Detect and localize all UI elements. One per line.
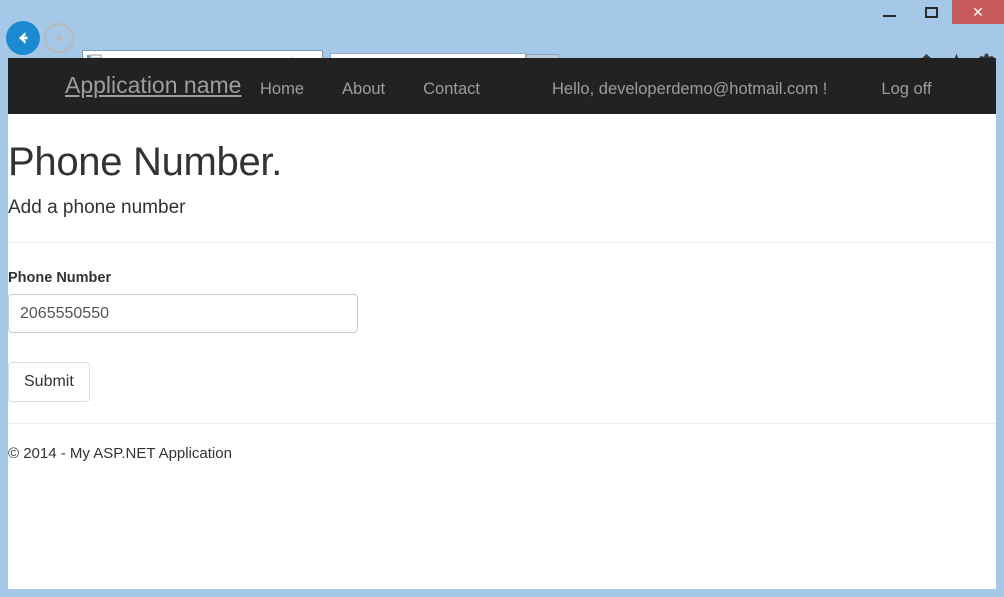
browser-window: ✕ — [0, 0, 1004, 597]
minimize-button[interactable] — [868, 0, 910, 24]
navbar-brand[interactable]: Application name — [65, 72, 241, 99]
nav-link-contact[interactable]: Contact — [423, 80, 480, 99]
browser-toolbar: https://localhost:44306/Acc — [0, 24, 1004, 58]
forward-button[interactable] — [44, 23, 74, 53]
site-footer: © 2014 - My ASP.NET Application — [8, 445, 996, 462]
content-divider-top — [8, 242, 996, 243]
forward-arrow-icon — [50, 29, 68, 47]
log-off-link[interactable]: Log off — [881, 80, 931, 99]
window-controls: ✕ — [868, 0, 1004, 24]
content-divider-bottom — [8, 423, 996, 424]
page-content: Phone Number. Add a phone number Phone N… — [8, 140, 996, 462]
page-viewport: Application name Home About Contact Hell… — [8, 58, 996, 589]
nav-link-about[interactable]: About — [342, 80, 385, 99]
phone-number-input[interactable] — [8, 294, 358, 333]
window-title-bar: ✕ — [0, 0, 1004, 24]
page-title: Phone Number. — [8, 140, 996, 185]
page-subtitle: Add a phone number — [8, 197, 996, 219]
navbar-links: Home About Contact — [260, 80, 480, 99]
maximize-icon — [925, 7, 938, 18]
user-greeting-link[interactable]: Hello, developerdemo@hotmail.com ! — [552, 80, 827, 99]
back-button[interactable] — [6, 21, 40, 55]
close-window-button[interactable]: ✕ — [952, 0, 1004, 24]
navigation-buttons — [6, 21, 74, 55]
site-navbar: Application name Home About Contact Hell… — [8, 58, 996, 114]
minimize-icon — [883, 15, 896, 17]
maximize-button[interactable] — [910, 0, 952, 24]
submit-button[interactable]: Submit — [8, 362, 90, 402]
phone-number-label: Phone Number — [8, 270, 996, 286]
phone-number-form: Phone Number Submit — [8, 270, 996, 402]
back-arrow-icon — [13, 28, 33, 48]
close-icon: ✕ — [972, 5, 984, 19]
nav-link-home[interactable]: Home — [260, 80, 304, 99]
navbar-auth-links: Hello, developerdemo@hotmail.com ! Log o… — [552, 80, 932, 99]
